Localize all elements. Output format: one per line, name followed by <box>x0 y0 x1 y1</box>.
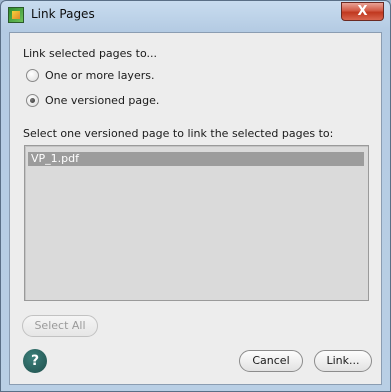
cancel-button[interactable]: Cancel <box>239 350 303 372</box>
option-versioned-page[interactable]: One versioned page. <box>26 92 159 108</box>
list-item[interactable]: VP_1.pdf <box>28 152 364 166</box>
app-icon <box>8 7 24 23</box>
window-title: Link Pages <box>31 7 95 21</box>
dialog-content: Link selected pages to... One or more la… <box>9 32 382 385</box>
close-button[interactable]: X <box>341 2 384 21</box>
radio-versioned-page[interactable] <box>26 93 39 107</box>
help-button[interactable]: ? <box>23 349 47 373</box>
link-prompt-label: Link selected pages to... <box>23 47 157 60</box>
title-bar[interactable]: Link Pages X <box>1 1 390 31</box>
versioned-page-list-label: Select one versioned page to link the se… <box>23 127 334 140</box>
select-all-button[interactable]: Select All <box>22 315 98 337</box>
link-button[interactable]: Link... <box>314 350 372 372</box>
option-layers-label: One or more layers. <box>45 68 155 82</box>
option-layers[interactable]: One or more layers. <box>26 67 154 83</box>
option-versioned-page-label: One versioned page. <box>45 93 160 107</box>
radio-layers[interactable] <box>26 68 39 82</box>
versioned-page-list[interactable]: VP_1.pdf <box>24 145 369 301</box>
dialog-window: Link Pages X Link selected pages to... O… <box>0 0 391 392</box>
